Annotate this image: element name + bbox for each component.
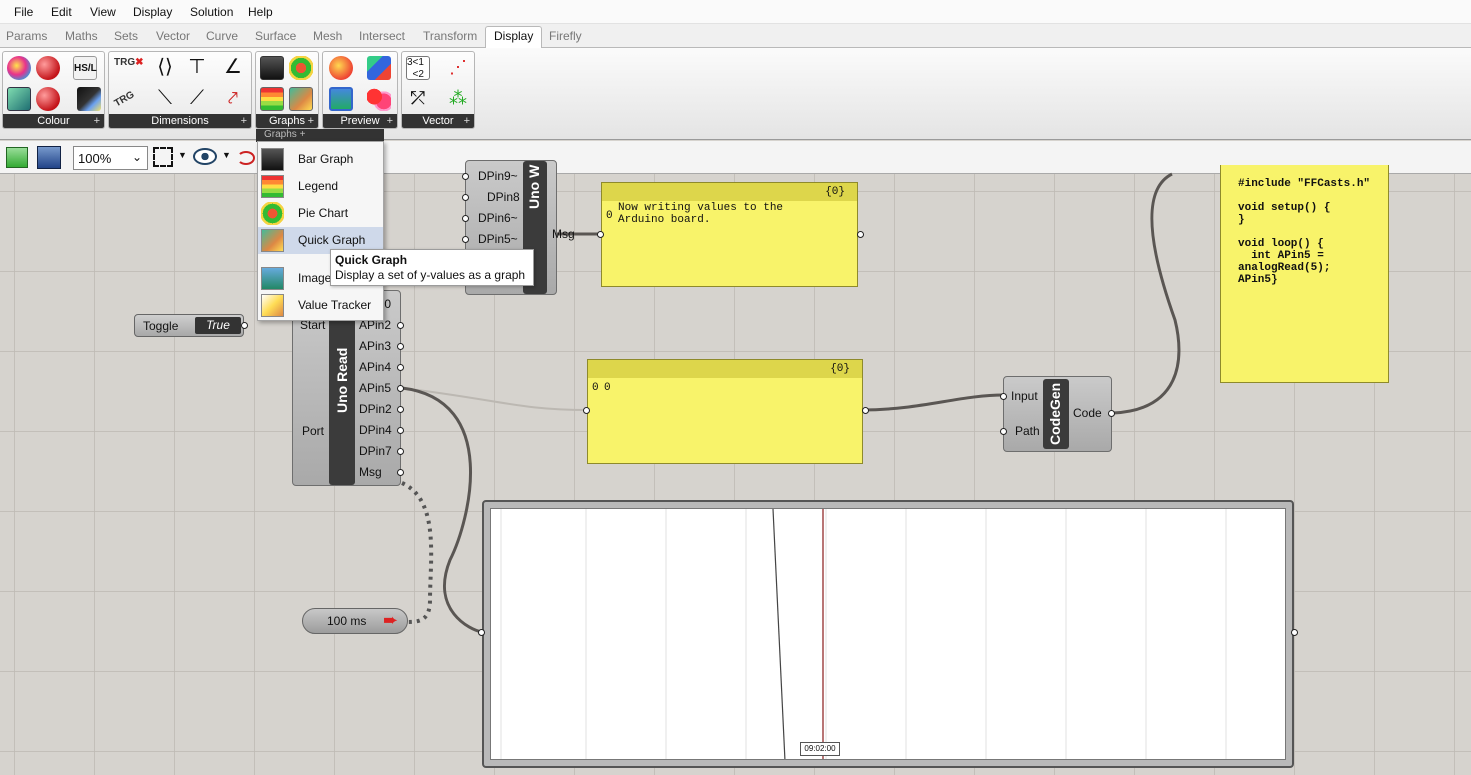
codegen-input-path: Path <box>1015 424 1040 438</box>
uno-read-out-grip[interactable] <box>397 322 404 329</box>
value-panel-header: {0} <box>588 360 862 378</box>
codegen-in-grip[interactable] <box>1000 428 1007 435</box>
wire-apin5-to-graph <box>401 386 483 634</box>
value-tracker-icon <box>261 294 284 317</box>
boolean-toggle[interactable]: Toggle True <box>134 314 248 337</box>
code-panel-text: #include "FFCasts.h" void setup() { } vo… <box>1238 178 1371 286</box>
graphs-dropdown: Bar Graph Legend Pie Chart Quick Graph I… <box>257 141 384 321</box>
quick-graph-series-line <box>772 509 786 759</box>
code-panel[interactable]: #include "FFCasts.h" void setup() { } vo… <box>1220 165 1389 383</box>
message-panel-index: 0 <box>606 210 613 222</box>
message-panel-header: {0} <box>602 183 857 201</box>
uno-write-in-grip[interactable] <box>462 215 469 222</box>
tooltip-description: Display a set of y-values as a graph <box>335 268 526 282</box>
uno-read-out-grip[interactable] <box>397 343 404 350</box>
uno-read-title: Uno Read <box>334 347 350 413</box>
quick-graph-plot <box>500 509 1227 759</box>
legend-icon <box>261 175 284 198</box>
uno-write-in-grip[interactable] <box>462 194 469 201</box>
quick-graph-in-grip[interactable] <box>478 629 485 636</box>
uno-read-input-port: Port <box>302 424 325 438</box>
wire-codegen-to-code-panel <box>1112 172 1181 415</box>
value-panel-out-grip[interactable] <box>862 407 869 414</box>
value-panel-in-grip[interactable] <box>583 407 590 414</box>
timer-label: 100 ms <box>327 614 367 628</box>
quick-graph-gridlines <box>500 509 1227 759</box>
uno-read-output-apin4: APin4 <box>359 360 392 374</box>
value-panel[interactable]: {0} 0 0 <box>583 359 869 464</box>
codegen-core: CodeGen <box>1043 379 1069 449</box>
uno-read-output-apin5: APin5 <box>359 381 392 395</box>
uno-write-in-grip[interactable] <box>462 236 469 243</box>
codegen-out-grip[interactable] <box>1108 410 1115 417</box>
value-panel-index: 0 <box>592 382 599 394</box>
value-panel-text: 0 <box>604 382 611 394</box>
message-panel-out-grip[interactable] <box>857 231 864 238</box>
wire-panel-to-codegen <box>861 393 1005 412</box>
uno-read-output-msg: Msg <box>359 465 382 479</box>
timer-component[interactable]: 100 ms ➨ <box>302 608 408 634</box>
codegen-output-code: Code <box>1073 406 1102 420</box>
uno-read-out-grip[interactable] <box>397 448 404 455</box>
timer-arrow-icon: ➨ <box>383 610 399 630</box>
codegen-in-grip[interactable] <box>1000 393 1007 400</box>
toggle-out-grip[interactable] <box>241 322 248 329</box>
message-panel-text: Now writing values to the Arduino board. <box>618 202 784 226</box>
uno-read-out-grip[interactable] <box>397 406 404 413</box>
uno-read-out-grip[interactable] <box>397 385 404 392</box>
uno-write-title: Uno W <box>526 164 542 209</box>
wire-msg-to-graph-dotted <box>401 481 434 624</box>
dropdown-item-bar-graph[interactable]: Bar Graph <box>258 146 383 173</box>
bar-graph-icon <box>261 148 284 171</box>
uno-read-output-dpin2: DPin2 <box>359 402 392 416</box>
message-panel-in-grip[interactable] <box>597 231 604 238</box>
codegen-title: CodeGen <box>1047 382 1063 445</box>
uno-write-input-dpin9: DPin9~ <box>478 169 518 183</box>
tooltip: Quick Graph Display a set of y-values as… <box>330 249 534 286</box>
pie-chart-icon <box>261 202 284 225</box>
uno-read-out-grip[interactable] <box>397 364 404 371</box>
uno-read-output-dpin7: DPin7 <box>359 444 392 458</box>
quick-graph-component[interactable]: 09:02:00 <box>478 500 1298 768</box>
quick-graph-time-label: 09:02:00 <box>800 742 840 756</box>
quick-graph-canvas <box>490 508 1286 760</box>
tooltip-title: Quick Graph <box>335 253 408 267</box>
uno-read-out-grip[interactable] <box>397 427 404 434</box>
uno-read-output-apin3: APin3 <box>359 339 392 353</box>
uno-write-output-msg: Msg <box>552 227 575 241</box>
uno-write-input-dpin6: DPin6~ <box>478 211 518 225</box>
dropdown-item-value-tracker[interactable]: Value Tracker <box>258 292 383 319</box>
toggle-label: Toggle <box>143 319 179 333</box>
codegen-input-input: Input <box>1011 389 1038 403</box>
dropdown-item-legend[interactable]: Legend <box>258 173 383 200</box>
dropdown-item-pie-chart[interactable]: Pie Chart <box>258 200 383 227</box>
message-panel[interactable]: {0} 0 Now writing values to the Arduino … <box>597 182 864 287</box>
codegen-component[interactable]: CodeGen Input Path Code <box>1000 376 1115 452</box>
uno-write-input-dpin8: DPin8 <box>487 190 520 204</box>
uno-write-in-grip[interactable] <box>462 173 469 180</box>
uno-write-input-dpin5: DPin5~ <box>478 232 518 246</box>
quick-graph-icon <box>261 229 284 252</box>
uno-read-output-dpin4: DPin4 <box>359 423 392 437</box>
toggle-value[interactable]: True <box>195 317 241 334</box>
wire-apin5-to-panel <box>401 387 589 411</box>
uno-read-out-grip[interactable] <box>397 469 404 476</box>
image-icon <box>261 267 284 290</box>
quick-graph-out-grip[interactable] <box>1291 629 1298 636</box>
